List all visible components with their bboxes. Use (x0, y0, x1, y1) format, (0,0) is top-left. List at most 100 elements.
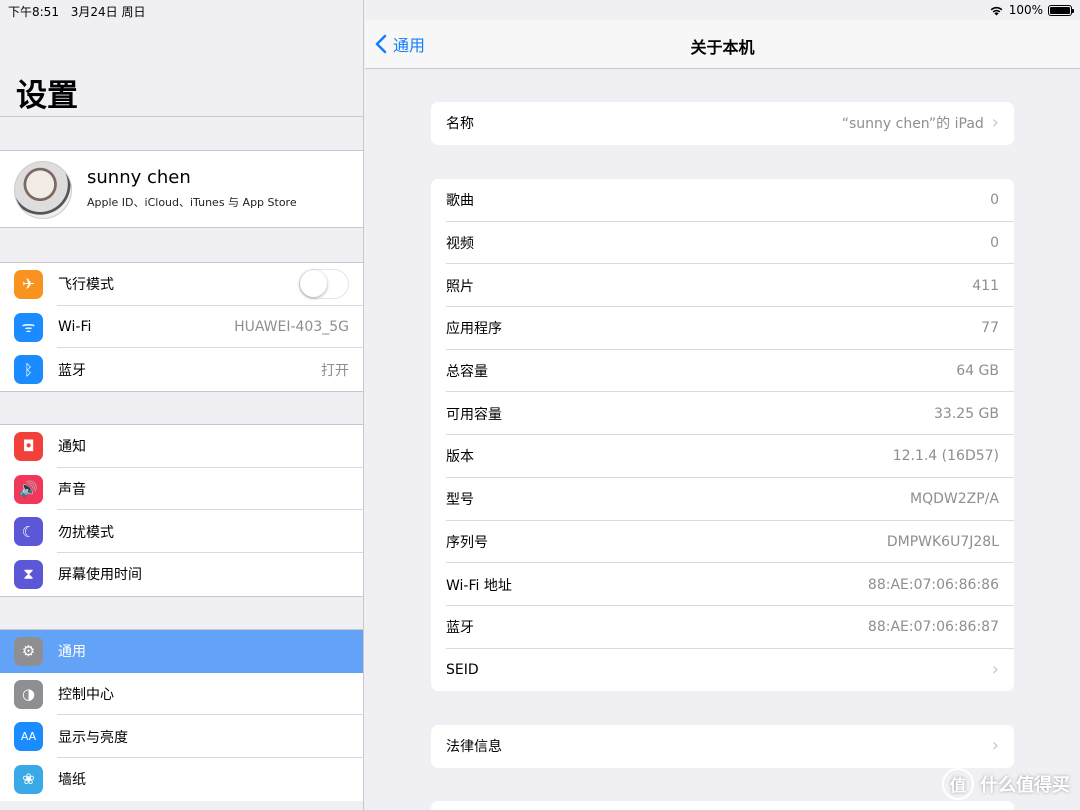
info-row: 歌曲 0 (431, 179, 1014, 222)
info-row: 版本 12.1.4 (16D57) (431, 435, 1014, 478)
info-value: DMPWK6U7J28L (886, 533, 999, 550)
info-label: 应用程序 (446, 321, 502, 338)
general-group: ⚙ 通用 ◑ 控制中心 AA 显示与亮度 ❀ 墙纸 (0, 629, 363, 801)
connectivity-group: ✈ 飞行模式 ᯤ Wi-Fi HUAWEI-403_5G ᛒ 蓝牙 打开 (0, 262, 363, 393)
sidebar-item[interactable]: ✈ 飞行模式 (0, 263, 363, 306)
sidebar-item[interactable]: ⚙ 通用 (0, 630, 363, 673)
sidebar-item-value: HUAWEI-403_5G (234, 319, 349, 336)
info-row: Wi-Fi 地址 88:AE:07:06:86:86 (431, 563, 1014, 606)
divider (0, 116, 363, 117)
info-value: 77 (981, 320, 999, 337)
info-value: 88:AE:07:06:86:87 (867, 619, 999, 636)
sidebar-item-label: 勿扰模式 (58, 524, 114, 541)
info-value: MQDW2ZP/A (910, 491, 999, 508)
sidebar-item-label: 飞行模式 (58, 277, 114, 294)
info-value: 64 GB (956, 363, 999, 380)
sidebar-item-label: 控制中心 (58, 687, 114, 704)
bluetooth-icon: ᛒ (14, 355, 43, 385)
info-card: 歌曲 0 视频 0 照片 411 应用程序 77 总容量 64 GB 可用容量 33.25 GB 版本 1… (431, 179, 1014, 692)
info-label: SEID (446, 661, 479, 678)
control-center-icon: ◑ (14, 679, 43, 709)
airplane-mode-toggle[interactable] (299, 269, 349, 300)
legal-row[interactable]: 法律信息 › (431, 725, 1014, 768)
sidebar-item-label: 声音 (58, 482, 86, 499)
sidebar-item-label: 通知 (58, 439, 86, 456)
chevron-right-icon: › (991, 112, 999, 134)
info-label: 视频 (446, 236, 474, 253)
hourglass-icon: ⧗ (14, 559, 43, 589)
status-time: 下午8:51 (8, 5, 59, 19)
info-label: 可用容量 (446, 406, 502, 423)
info-value: 33.25 GB (934, 405, 999, 422)
sidebar-item[interactable]: ☾ 勿扰模式 (0, 510, 363, 553)
watermark-logo: 值 (942, 768, 974, 800)
battery-level (1050, 6, 1070, 14)
settings-sidebar: 设置 sunny chen Apple ID、iCloud、iTunes 与 A… (0, 0, 364, 810)
moon-icon: ☾ (14, 517, 43, 547)
sidebar-item-label: 显示与亮度 (58, 729, 128, 746)
info-row: 总容量 64 GB (431, 350, 1014, 393)
display-icon: AA (14, 722, 43, 752)
chevron-right-icon: › (991, 735, 999, 757)
info-value: 411 (972, 277, 999, 294)
info-row: 照片 411 (431, 264, 1014, 307)
sidebar-item-label: 通用 (58, 644, 86, 661)
legal-label: 法律信息 (446, 739, 502, 756)
info-row: 序列号 DMPWK6U7J28L (431, 521, 1014, 564)
watermark: 值 什么值得买 (942, 768, 1070, 800)
profile-name: sunny chen (87, 167, 191, 188)
chevron-right-icon: › (991, 658, 999, 680)
battery-icon (1048, 4, 1074, 16)
info-value: 0 (990, 235, 999, 252)
sidebar-item[interactable]: ◘ 通知 (0, 425, 363, 468)
info-row: 应用程序 77 (431, 307, 1014, 350)
sidebar-item[interactable]: ᯤ Wi-Fi HUAWEI-403_5G (0, 306, 363, 349)
info-row: 可用容量 33.25 GB (431, 392, 1014, 435)
name-label: 名称 (446, 116, 474, 133)
status-date: 3月24日 周日 (70, 5, 146, 19)
notifications-group: ◘ 通知 🔊 声音 ☾ 勿扰模式 ⧗ 屏幕使用时间 (0, 424, 363, 597)
apple-id-profile[interactable]: sunny chen Apple ID、iCloud、iTunes 与 App … (0, 150, 363, 228)
sidebar-item[interactable]: 🔊 声音 (0, 468, 363, 511)
notification-icon: ◘ (14, 431, 43, 461)
sidebar-title: 设置 (16, 78, 78, 114)
sidebar-item[interactable]: AA 显示与亮度 (0, 715, 363, 758)
gear-icon: ⚙ (14, 636, 43, 666)
info-label: 型号 (446, 492, 474, 509)
airplane-icon: ✈ (14, 269, 43, 299)
avatar (14, 161, 72, 219)
info-label: 蓝牙 (446, 620, 474, 637)
sidebar-item-label: 墙纸 (58, 772, 86, 789)
name-card: 名称 “sunny chen”的 iPad › (431, 102, 1014, 145)
sidebar-item[interactable]: ᛒ 蓝牙 打开 (0, 348, 363, 391)
sound-icon: 🔊 (14, 474, 43, 504)
info-row[interactable]: SEID › (431, 649, 1014, 692)
status-bar: 下午8:51 3月24日 周日 100% (0, 0, 1080, 20)
info-label: 歌曲 (446, 193, 474, 210)
battery-percent: 100% (1008, 3, 1043, 17)
sidebar-item-label: 屏幕使用时间 (58, 567, 142, 584)
wifi-status-icon (990, 6, 1003, 15)
wallpaper-icon: ❀ (14, 764, 43, 794)
sidebar-item[interactable]: ◑ 控制中心 (0, 673, 363, 716)
info-label: 序列号 (446, 534, 488, 551)
sidebar-item-label: Wi-Fi (58, 319, 92, 336)
name-value: “sunny chen”的 iPad (841, 116, 984, 133)
info-row: 蓝牙 88:AE:07:06:86:87 (431, 606, 1014, 649)
info-value: 12.1.4 (16D57) (892, 448, 999, 465)
about-detail-pane: 通用 关于本机 名称 “sunny chen”的 iPad › 歌曲 0 视频 0 照片 4… (365, 0, 1080, 810)
wifi-icon: ᯤ (14, 312, 43, 342)
sidebar-item-label: 蓝牙 (58, 362, 86, 379)
info-label: 总容量 (446, 364, 488, 381)
name-row[interactable]: 名称 “sunny chen”的 iPad › (431, 102, 1014, 145)
watermark-text: 什么值得买 (980, 775, 1070, 796)
navigation-bar: 通用 关于本机 (365, 20, 1080, 69)
info-label: 版本 (446, 449, 474, 466)
info-label: Wi-Fi 地址 (446, 577, 512, 594)
toggle-knob (300, 270, 327, 298)
sidebar-item[interactable]: ⧗ 屏幕使用时间 (0, 553, 363, 596)
next-card (431, 801, 1014, 810)
info-value: 0 (990, 192, 999, 209)
sidebar-item-value: 打开 (321, 362, 349, 379)
sidebar-item[interactable]: ❀ 墙纸 (0, 758, 363, 801)
